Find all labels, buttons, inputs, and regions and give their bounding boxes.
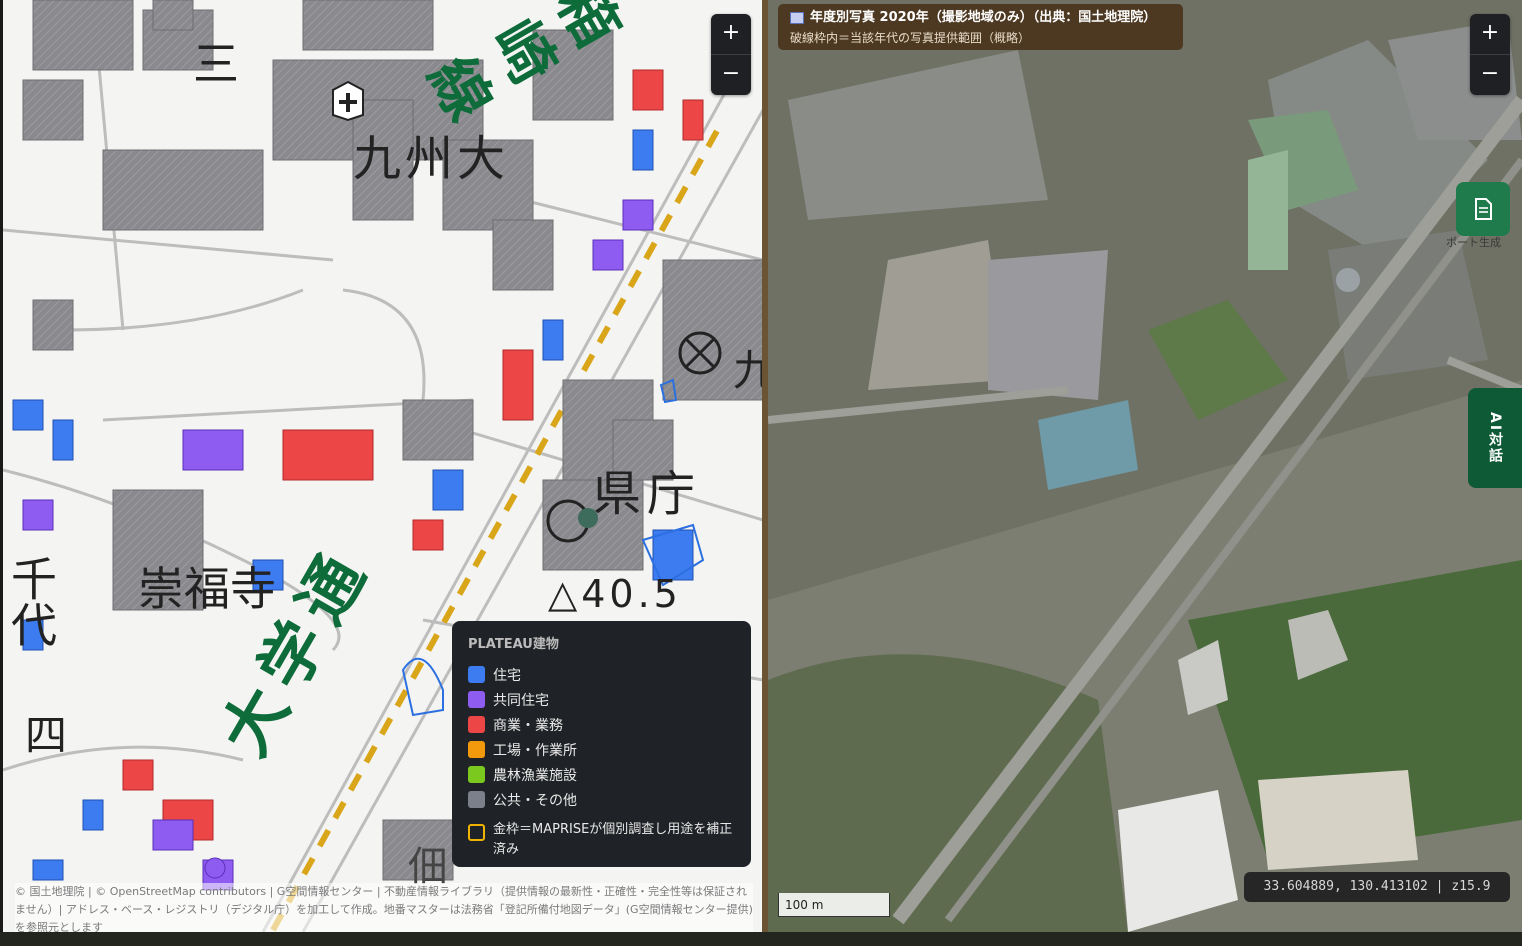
report-generate-button[interactable] xyxy=(1456,182,1510,236)
legend-label: 公共・その他 xyxy=(493,792,577,809)
legend-label: 工場・作業所 xyxy=(493,742,577,759)
banner-title: 年度別写真 2020年（撮影地域のみ）（出典：国土地理院） xyxy=(790,8,1171,28)
label-sofukuji: 崇福寺 xyxy=(138,562,276,616)
right-zoom-control: + − xyxy=(1470,14,1510,95)
legend-item: 住宅 xyxy=(468,662,735,687)
left-zoom-out-button[interactable]: − xyxy=(711,55,751,95)
label-chiyo: 千代 xyxy=(4,555,58,647)
aerial-year-banner: 年度別写真 2020年（撮影地域のみ）（出典：国土地理院） 破線枠内＝当該年代の… xyxy=(778,4,1183,50)
legend-swatch-commercial xyxy=(468,716,485,733)
label-elevation: △40.5 xyxy=(548,572,682,616)
banner-subtitle: 破線枠内＝当該年代の写真提供範囲（概略） xyxy=(790,31,1031,45)
legend-title: PLATEAU建物 xyxy=(468,637,559,652)
legend-item: 共同住宅 xyxy=(468,687,735,712)
right-zoom-out-button[interactable]: − xyxy=(1470,55,1510,95)
photo-icon xyxy=(790,11,804,24)
legend-label: 農林漁業施設 xyxy=(493,767,577,784)
label-kencho: 県庁 xyxy=(593,466,701,522)
legend-note-text: 金枠＝MAPRISEが個別調査し用途を補正済み xyxy=(493,822,733,857)
legend-note: 金枠＝MAPRISEが個別調査し用途を補正済み xyxy=(468,820,735,860)
left-zoom-control: + − xyxy=(711,14,751,95)
right-zoom-in-button[interactable]: + xyxy=(1470,14,1510,55)
legend-label: 住宅 xyxy=(493,667,521,684)
label-kyudai: 九州大 xyxy=(353,131,509,187)
label-chome-4: 四 xyxy=(25,711,67,760)
legend-swatch-gold-frame xyxy=(468,824,485,841)
legend-label: 商業・業務 xyxy=(493,717,563,734)
label-chome-3: 三 xyxy=(193,37,239,91)
legend-item: 商業・業務 xyxy=(468,712,735,737)
ai-chat-button[interactable]: AI対話 xyxy=(1468,388,1522,488)
report-generate-label: ポート生成 xyxy=(1446,236,1501,249)
base-map-pane[interactable]: 九州大 県庁 崇福寺 △40.5 九 佃 千代 三 四 箱崎線 大学通 + − … xyxy=(0,0,762,932)
coordinate-readout: 33.604889, 130.413102 | z15.9 xyxy=(1244,872,1510,902)
document-icon xyxy=(1475,198,1492,220)
legend-item: 公共・その他 xyxy=(468,787,735,812)
legend-swatch-agri xyxy=(468,766,485,783)
legend-swatch-public xyxy=(468,791,485,808)
banner-title-text: 年度別写真 2020年（撮影地域のみ）（出典：国土地理院） xyxy=(810,10,1157,25)
legend-swatch-residential xyxy=(468,666,485,683)
bottom-bar xyxy=(0,932,1522,946)
label-edge-kyu: 九 xyxy=(733,346,762,395)
legend-item: 工場・作業所 xyxy=(468,737,735,762)
map-attribution: © 国土地理院 | © OpenStreetMap contributors |… xyxy=(15,883,753,932)
legend-swatch-factory xyxy=(468,741,485,758)
legend-swatch-apartment xyxy=(468,691,485,708)
legend-label: 共同住宅 xyxy=(493,692,549,709)
label-chiyo-text: 千代 xyxy=(4,555,58,647)
legend-item: 農林漁業施設 xyxy=(468,762,735,787)
plateau-legend: PLATEAU建物 住宅 共同住宅 商業・業務 工場・作業所 農林漁業施設 公共… xyxy=(452,621,751,867)
left-zoom-in-button[interactable]: + xyxy=(711,14,751,55)
aerial-photo-pane[interactable]: + − xyxy=(768,0,1522,932)
scale-bar: 100 m xyxy=(778,893,890,917)
aerial-photo-canvas[interactable] xyxy=(768,0,1522,932)
